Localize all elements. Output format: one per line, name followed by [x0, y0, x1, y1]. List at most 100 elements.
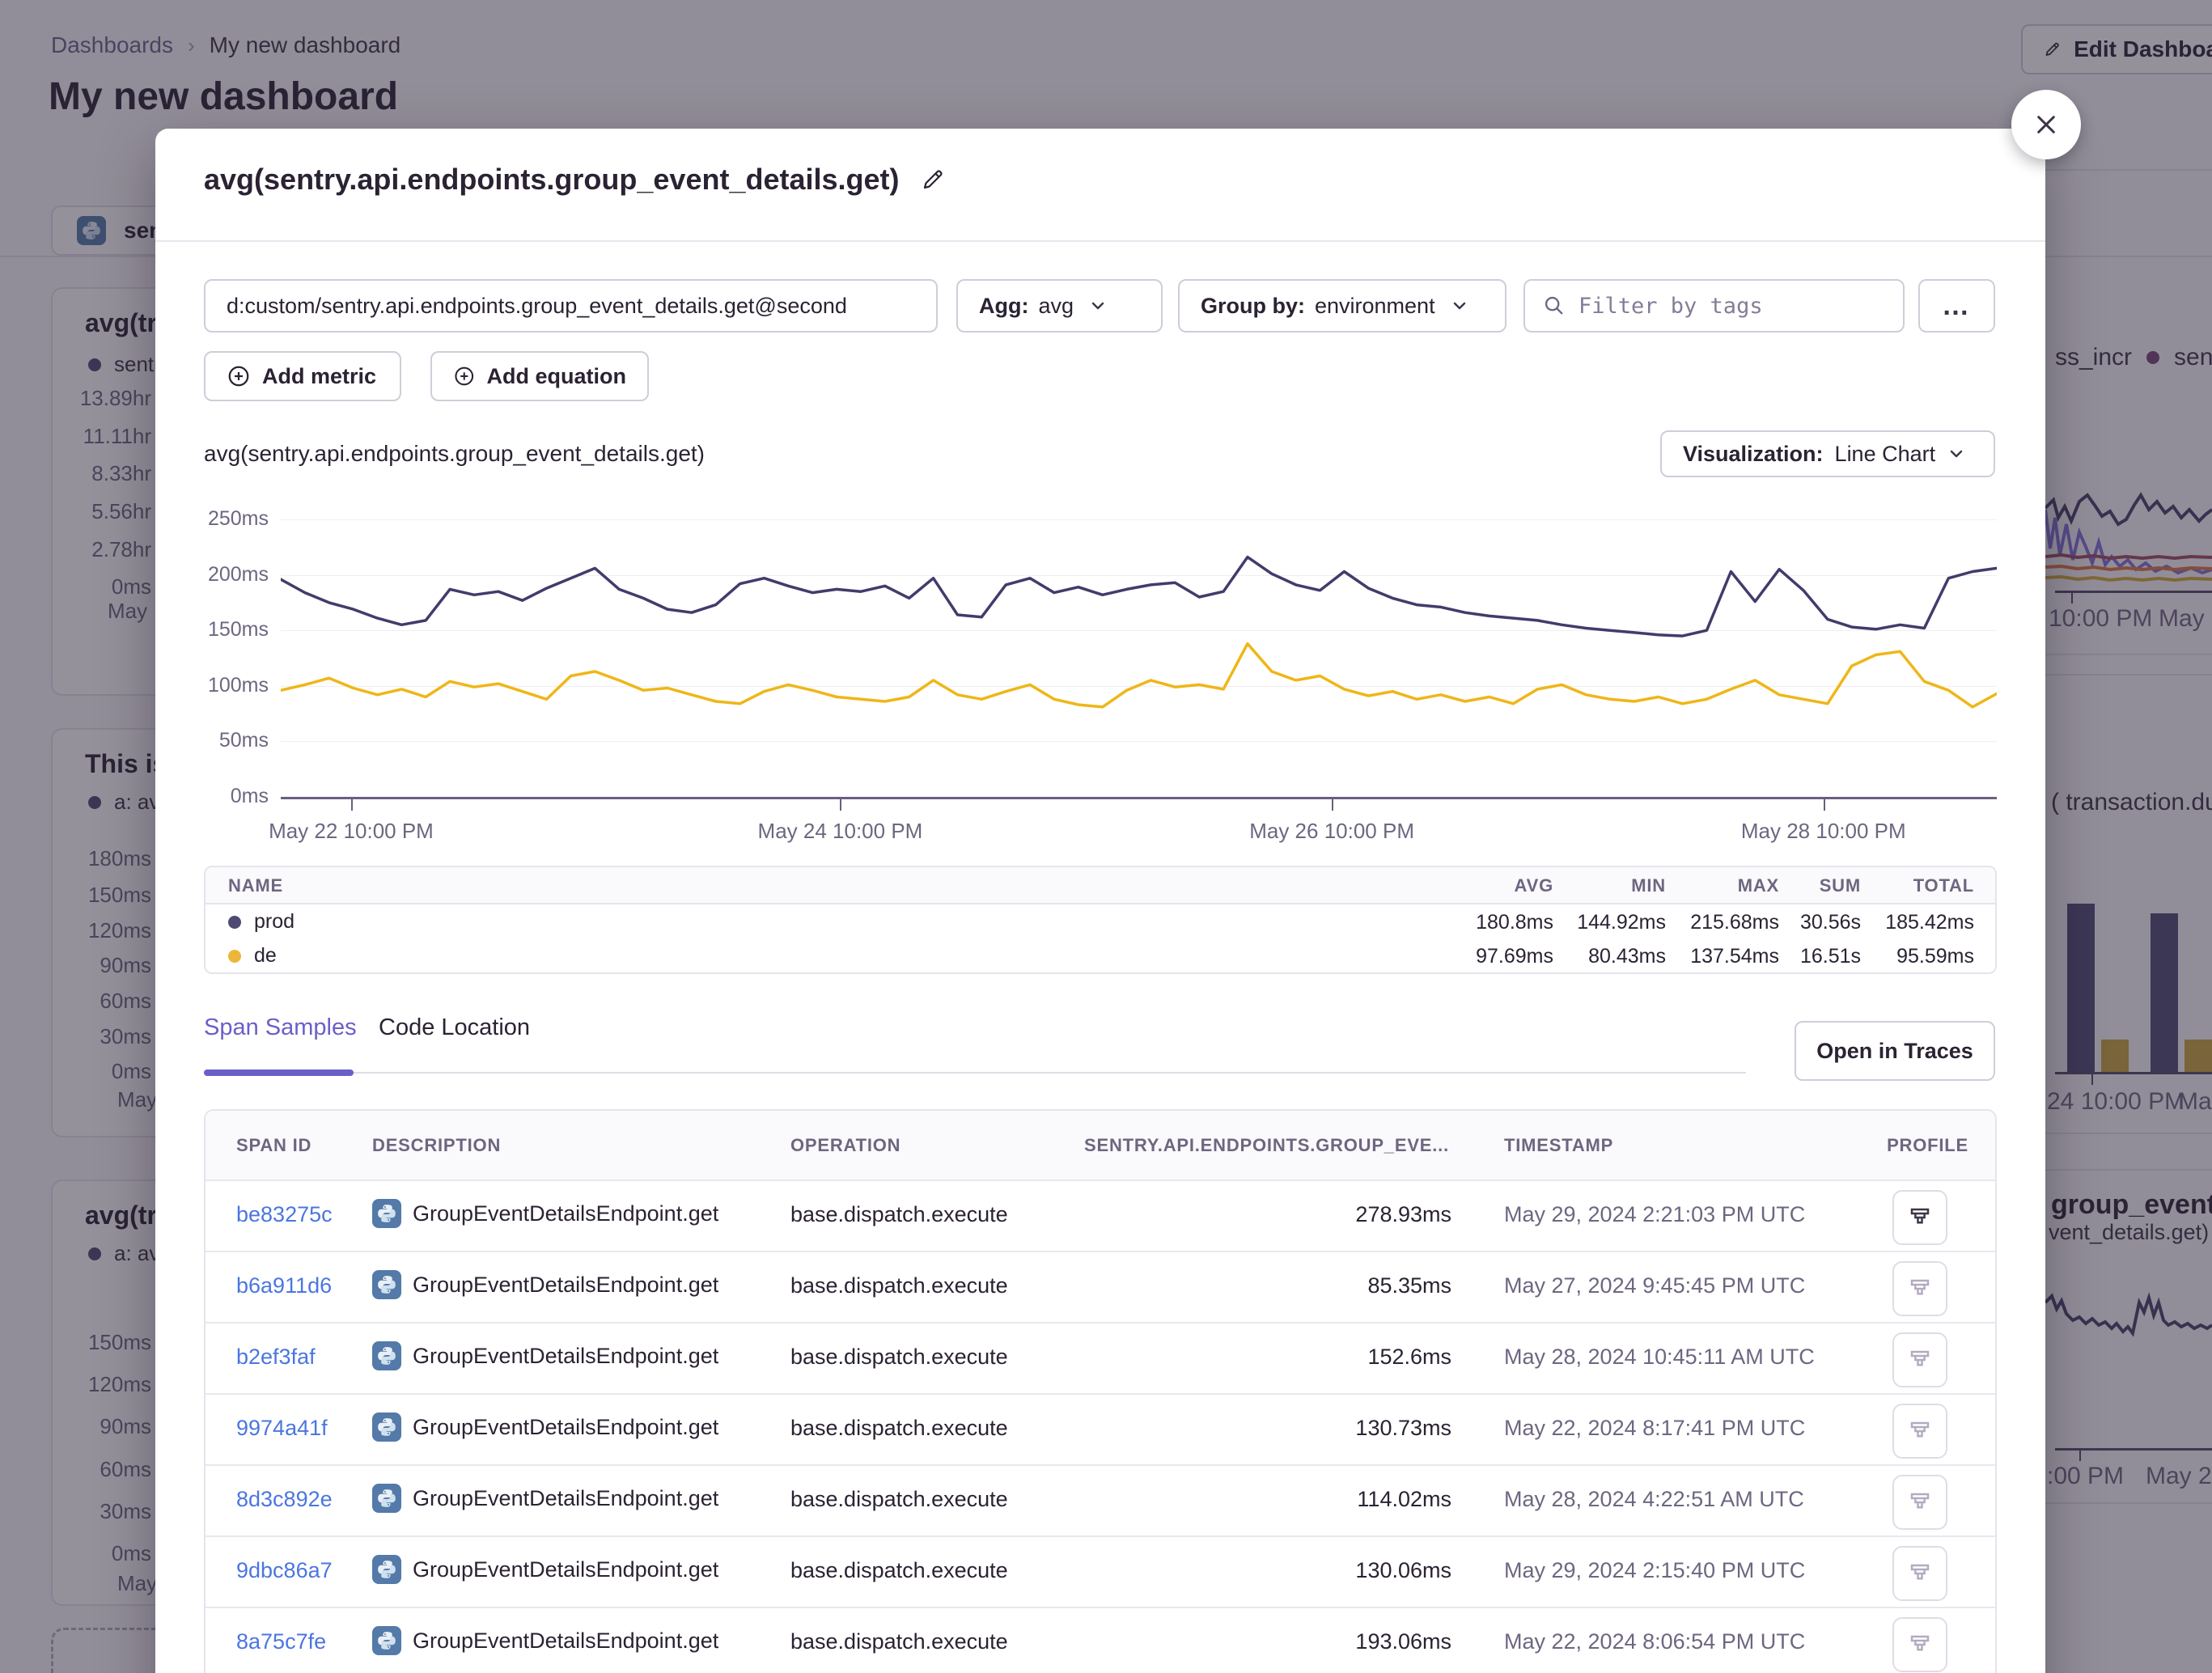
open-in-traces-button[interactable]: Open in Traces — [1795, 1021, 1995, 1081]
series-name: de — [254, 944, 277, 968]
ellipsis-icon: … — [1942, 298, 1972, 314]
sum-value: 30.56s — [1768, 911, 1861, 934]
summary-col-avg: AVG — [1460, 875, 1553, 896]
tab-span-samples[interactable]: Span Samples — [204, 1014, 357, 1041]
close-modal-button[interactable] — [2011, 90, 2081, 159]
col-profile: PROFILE — [1887, 1135, 1968, 1156]
description-cell: GroupEventDetailsEndpoint.get — [372, 1199, 718, 1228]
series-summary-table: NAME AVG MIN MAX SUM TOTAL prod 180.8ms … — [204, 866, 1997, 974]
total-value: 95.59ms — [1881, 945, 1974, 968]
y-axis-label: 0ms — [204, 785, 269, 808]
flamegraph-icon — [1908, 1490, 1932, 1514]
modal-title: avg(sentry.api.endpoints.group_event_det… — [204, 163, 900, 197]
table-row: 8d3c892e GroupEventDetailsEndpoint.get b… — [206, 1464, 1995, 1535]
summary-row-de[interactable]: de 97.69ms 80.43ms 137.54ms 16.51s 95.59… — [206, 938, 1995, 972]
profile-button[interactable] — [1892, 1261, 1947, 1316]
profile-button[interactable] — [1892, 1546, 1947, 1601]
duration-cell: 114.02ms — [1168, 1487, 1451, 1512]
flamegraph-icon — [1908, 1419, 1932, 1443]
filter-by-tags-field[interactable]: Filter by tags — [1523, 279, 1905, 332]
span-id-link[interactable]: be83275c — [236, 1202, 333, 1227]
description-text: GroupEventDetailsEndpoint.get — [413, 1344, 718, 1369]
flamegraph-icon — [1908, 1205, 1932, 1230]
min-value: 80.43ms — [1573, 945, 1666, 968]
operation-cell: base.dispatch.execute — [790, 1558, 1008, 1583]
x-axis-label: May 26 10:00 PM — [1235, 819, 1429, 844]
groupby-value: environment — [1315, 294, 1435, 319]
table-row: b2ef3faf GroupEventDetailsEndpoint.get b… — [206, 1322, 1995, 1393]
operation-cell: base.dispatch.execute — [790, 1345, 1008, 1370]
modal-header-divider — [155, 240, 2045, 242]
chevron-down-icon — [1450, 296, 1469, 316]
x-axis-line — [281, 797, 1997, 799]
operation-cell: base.dispatch.execute — [790, 1273, 1008, 1298]
tab-code-location[interactable]: Code Location — [379, 1014, 530, 1041]
groupby-dropdown[interactable]: Group by: environment — [1178, 279, 1506, 332]
span-id-link[interactable]: 8d3c892e — [236, 1487, 333, 1512]
description-cell: GroupEventDetailsEndpoint.get — [372, 1270, 718, 1299]
flamegraph-icon — [1908, 1633, 1932, 1657]
visualization-value: Line Chart — [1835, 442, 1936, 467]
max-value: 215.68ms — [1686, 911, 1779, 934]
profile-button[interactable] — [1892, 1404, 1947, 1459]
add-equation-button[interactable]: Add equation — [430, 351, 649, 401]
timestamp-cell: May 29, 2024 2:21:03 PM UTC — [1504, 1202, 1805, 1227]
add-metric-button[interactable]: Add metric — [204, 351, 401, 401]
active-tab-indicator — [204, 1069, 354, 1076]
python-icon — [372, 1626, 401, 1655]
plus-circle-icon — [227, 364, 251, 388]
summary-row-prod[interactable]: prod 180.8ms 144.92ms 215.68ms 30.56s 18… — [206, 904, 1995, 938]
table-body: be83275c GroupEventDetailsEndpoint.get b… — [206, 1180, 1995, 1673]
chart-title: avg(sentry.api.endpoints.group_event_det… — [204, 441, 705, 467]
visualization-label: Visualization: — [1683, 442, 1824, 467]
duration-cell: 278.93ms — [1168, 1202, 1451, 1227]
aggregation-dropdown[interactable]: Agg: avg — [956, 279, 1163, 332]
more-options-button[interactable]: … — [1918, 279, 1995, 332]
span-id-link[interactable]: b2ef3faf — [236, 1345, 316, 1370]
table-row: 8a75c7fe GroupEventDetailsEndpoint.get b… — [206, 1607, 1995, 1673]
timestamp-cell: May 27, 2024 9:45:45 PM UTC — [1504, 1273, 1805, 1298]
table-row: 9974a41f GroupEventDetailsEndpoint.get b… — [206, 1393, 1995, 1464]
profile-button[interactable] — [1892, 1332, 1947, 1387]
filter-placeholder: Filter by tags — [1578, 294, 1763, 319]
groupby-label: Group by: — [1201, 294, 1305, 319]
summary-col-total: TOTAL — [1881, 875, 1974, 896]
x-axis-label: May 28 10:00 PM — [1727, 819, 1921, 844]
avg-value: 180.8ms — [1460, 911, 1553, 934]
legend-dot — [228, 916, 241, 929]
profile-button[interactable] — [1892, 1190, 1947, 1245]
chevron-down-icon — [1947, 444, 1966, 464]
x-axis-tick — [1824, 799, 1825, 811]
sum-value: 16.51s — [1768, 945, 1861, 968]
description-cell: GroupEventDetailsEndpoint.get — [372, 1413, 718, 1442]
line-chart[interactable]: 0ms50ms100ms150ms200ms250msMay 22 10:00 … — [204, 502, 1997, 841]
metric-query-input[interactable] — [206, 294, 936, 319]
edit-title-pencil-icon[interactable] — [921, 167, 945, 192]
span-id-link[interactable]: 8a75c7fe — [236, 1629, 326, 1654]
summary-header-row: NAME AVG MIN MAX SUM TOTAL — [206, 867, 1995, 904]
description-text: GroupEventDetailsEndpoint.get — [413, 1486, 718, 1511]
profile-button[interactable] — [1892, 1617, 1947, 1672]
span-id-link[interactable]: 9974a41f — [236, 1416, 328, 1441]
span-id-link[interactable]: 9dbc86a7 — [236, 1558, 333, 1583]
metric-details-modal: avg(sentry.api.endpoints.group_event_det… — [155, 129, 2045, 1673]
profile-button[interactable] — [1892, 1475, 1947, 1530]
python-icon — [372, 1555, 401, 1584]
flamegraph-icon — [1908, 1277, 1932, 1301]
chart-series — [281, 502, 1997, 797]
x-axis-label: May 24 10:00 PM — [743, 819, 937, 844]
timestamp-cell: May 28, 2024 10:45:11 AM UTC — [1504, 1345, 1815, 1370]
description-text: GroupEventDetailsEndpoint.get — [413, 1415, 718, 1440]
screen: Dashboards › My new dashboard My new das… — [0, 0, 2212, 1673]
x-axis-tick — [840, 799, 841, 811]
span-id-link[interactable]: b6a911d6 — [236, 1273, 332, 1298]
description-text: GroupEventDetailsEndpoint.get — [413, 1629, 718, 1654]
duration-cell: 130.06ms — [1168, 1558, 1451, 1583]
summary-col-sum: SUM — [1784, 875, 1861, 896]
flamegraph-icon — [1908, 1561, 1932, 1586]
timestamp-cell: May 22, 2024 8:06:54 PM UTC — [1504, 1629, 1805, 1654]
series-line-de — [281, 644, 1997, 707]
python-icon — [372, 1484, 401, 1513]
visualization-dropdown[interactable]: Visualization: Line Chart — [1660, 430, 1995, 477]
legend-dot — [228, 950, 241, 963]
